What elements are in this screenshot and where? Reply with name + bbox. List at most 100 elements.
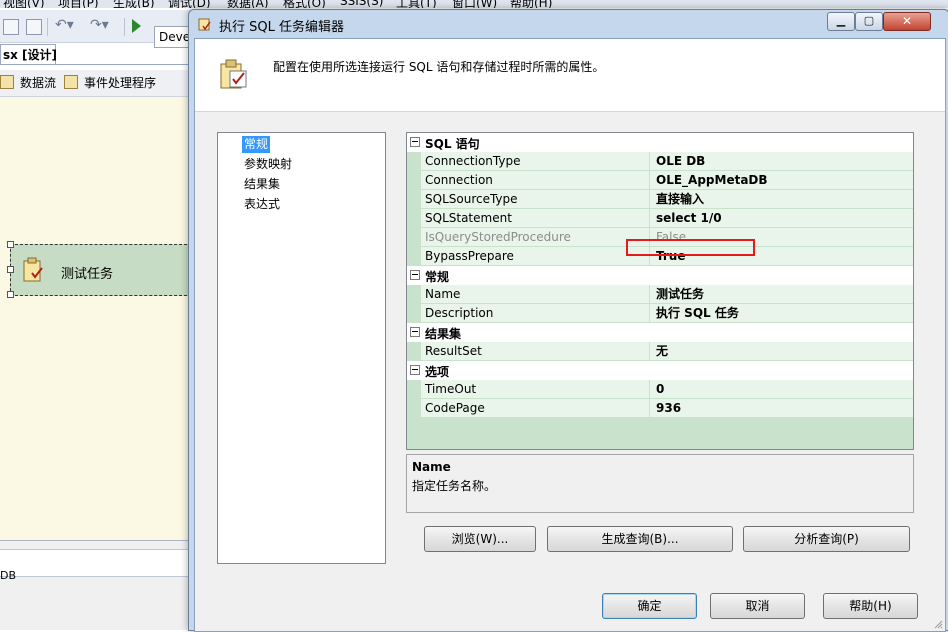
help-button[interactable]: 帮助(H) — [823, 593, 918, 619]
property-name: Name — [421, 285, 652, 304]
menu-window[interactable]: 窗口(W) — [452, 0, 497, 8]
property-row[interactable]: ConnectionType OLE DB — [407, 152, 913, 171]
sql-task-label: 测试任务 — [61, 267, 114, 282]
nav-item-general[interactable]: 常规 — [242, 136, 271, 153]
property-name: SQLSourceType — [421, 190, 652, 209]
header-band: 配置在使用所选连接运行 SQL 语句和存储过程时所需的属性。 — [195, 39, 945, 112]
maximize-icon: ▢ — [863, 14, 875, 27]
redo-icon[interactable]: ↷▾ — [90, 17, 109, 33]
property-row[interactable]: SQLStatement select 1/0 — [407, 209, 913, 228]
toolbar-separator — [47, 18, 48, 36]
property-name: ResultSet — [421, 342, 652, 361]
category-options: 选项 — [407, 361, 913, 380]
property-value[interactable]: 936 — [652, 399, 913, 418]
minimize-button[interactable]: ▁ — [827, 12, 855, 31]
collapse-icon[interactable] — [410, 270, 420, 280]
nav-item-expressions[interactable]: 表达式 — [242, 196, 282, 213]
dataflow-icon — [0, 75, 14, 89]
property-value[interactable]: OLE DB — [652, 152, 913, 171]
tab-event-handlers-label: 事件处理程序 — [84, 76, 157, 90]
tab-dataflow-label: 数据流 — [20, 76, 57, 90]
resize-grip-icon[interactable] — [933, 619, 943, 629]
sql-task-icon — [23, 257, 43, 282]
parse-query-button[interactable]: 分析查询(P) — [743, 526, 910, 552]
menu-build[interactable]: 生成(B) — [113, 0, 155, 8]
sql-task-large-icon — [220, 59, 247, 89]
property-value[interactable]: 测试任务 — [652, 285, 913, 304]
event-handler-icon — [64, 75, 78, 89]
collapse-icon[interactable] — [410, 365, 420, 375]
property-name: CodePage — [421, 399, 652, 418]
connection-manager-item[interactable]: DB — [0, 569, 16, 582]
cancel-button[interactable]: 取消 — [710, 593, 805, 619]
menu-format[interactable]: 格式(O) — [283, 0, 326, 8]
sqlstatement-highlight-box — [626, 239, 755, 256]
close-icon: ✕ — [901, 14, 913, 28]
category-title: SQL 语句 — [425, 137, 480, 151]
browse-button[interactable]: 浏览(W)... — [424, 526, 536, 552]
copy-icon[interactable] — [3, 19, 19, 35]
collapse-icon[interactable] — [410, 327, 420, 337]
resize-handle[interactable] — [7, 291, 14, 298]
property-name: SQLStatement — [421, 209, 652, 228]
doc-tab[interactable]: sx [设计] — [0, 44, 57, 65]
property-value[interactable]: 0 — [652, 380, 913, 399]
property-name: ConnectionType — [421, 152, 652, 171]
nav-item-result-set[interactable]: 结果集 — [242, 176, 282, 193]
dialog-titlebar[interactable]: 执行 SQL 任务编辑器 ▁ ▢ ✕ — [189, 10, 948, 38]
category-sql-statement: SQL 语句 — [407, 133, 913, 152]
description-pane: Name 指定任务名称。 — [406, 454, 914, 513]
menu-ssis[interactable]: SSIS(S) — [340, 0, 383, 8]
category-title: 常规 — [425, 270, 450, 284]
property-value[interactable]: select 1/0 — [652, 209, 913, 228]
build-query-button[interactable]: 生成查询(B)... — [547, 526, 733, 552]
dialog-title: 执行 SQL 任务编辑器 — [219, 20, 344, 35]
property-name: Connection — [421, 171, 652, 190]
menu-tools[interactable]: 工具(T) — [396, 0, 437, 8]
sql-task-icon — [198, 18, 211, 31]
toolbar-separator — [124, 18, 125, 36]
page-nav: 常规 参数映射 结果集 表达式 — [217, 132, 386, 564]
menu-debug[interactable]: 调试(D) — [168, 0, 211, 8]
close-button[interactable]: ✕ — [883, 12, 931, 31]
minimize-icon: ▁ — [836, 14, 846, 27]
resize-handle[interactable] — [7, 266, 14, 273]
maximize-button[interactable]: ▢ — [855, 12, 883, 31]
property-row[interactable]: Connection OLE_AppMetaDB — [407, 171, 913, 190]
property-row[interactable]: ResultSet 无 — [407, 342, 913, 361]
description-title: Name — [412, 460, 451, 474]
sql-task-editor-dialog: 执行 SQL 任务编辑器 ▁ ▢ ✕ 配置在使用所选连接运行 SQL 语句和存储… — [188, 9, 948, 632]
property-row[interactable]: Description 执行 SQL 任务 — [407, 304, 913, 323]
resize-handle[interactable] — [7, 241, 14, 248]
property-name: Description — [421, 304, 652, 323]
header-description: 配置在使用所选连接运行 SQL 语句和存储过程时所需的属性。 — [273, 60, 605, 74]
menu-view[interactable]: 视图(V) — [3, 0, 45, 8]
collapse-icon[interactable] — [410, 137, 420, 147]
paste-icon[interactable] — [26, 19, 42, 35]
menu-help[interactable]: 帮助(H) — [510, 0, 552, 8]
property-name: IsQueryStoredProcedure — [421, 228, 652, 247]
sql-task-shape[interactable]: 测试任务 — [7, 241, 192, 298]
category-result-set: 结果集 — [407, 323, 913, 342]
property-row[interactable]: SQLSourceType 直接输入 — [407, 190, 913, 209]
property-value[interactable]: OLE_AppMetaDB — [652, 171, 913, 190]
property-row[interactable]: Name 测试任务 — [407, 285, 913, 304]
property-name: TimeOut — [421, 380, 652, 399]
ide-menubar: 视图(V) 项目(P) 生成(B) 调试(D) 数据(A) 格式(O) SSIS… — [0, 0, 948, 8]
property-row[interactable]: TimeOut 0 — [407, 380, 913, 399]
menu-project[interactable]: 项目(P) — [58, 0, 99, 8]
property-row[interactable]: CodePage 936 — [407, 399, 913, 418]
start-debug-icon[interactable] — [132, 19, 141, 33]
tab-event-handlers[interactable]: 事件处理程序 — [64, 74, 156, 92]
undo-icon[interactable]: ↶▾ — [55, 17, 74, 33]
tab-dataflow[interactable]: 数据流 — [0, 74, 56, 92]
property-value[interactable]: 执行 SQL 任务 — [652, 304, 913, 323]
property-value[interactable]: 直接输入 — [652, 190, 913, 209]
description-text: 指定任务名称。 — [412, 479, 497, 493]
menu-data[interactable]: 数据(A) — [227, 0, 269, 8]
nav-item-parameter-mapping[interactable]: 参数映射 — [242, 156, 294, 173]
category-title: 选项 — [425, 365, 450, 379]
category-title: 结果集 — [425, 327, 462, 341]
property-value[interactable]: 无 — [652, 342, 913, 361]
ok-button[interactable]: 确定 — [602, 593, 697, 619]
